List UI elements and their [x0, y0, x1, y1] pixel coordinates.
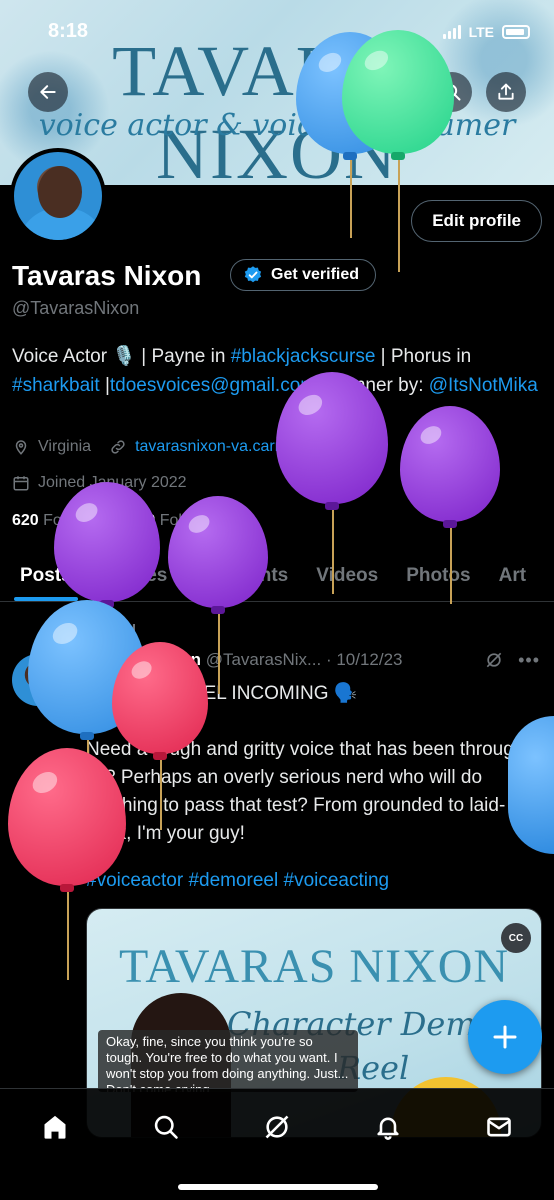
status-bar: 8:18 LTE: [0, 0, 554, 60]
hashtag-link[interactable]: #blackjackscurse: [231, 346, 376, 367]
grok-icon: [265, 1115, 289, 1139]
search-button[interactable]: [432, 72, 472, 112]
search-icon: [154, 1115, 178, 1139]
following-label: Following: [43, 512, 111, 529]
following-link[interactable]: 620 Following: [12, 512, 111, 529]
avatar[interactable]: [10, 148, 106, 244]
battery-icon: [502, 25, 530, 39]
network-label: LTE: [468, 24, 494, 40]
email-link[interactable]: tdoesvoices@gmail.com: [110, 375, 316, 396]
more-options-icon[interactable]: •••: [518, 650, 540, 671]
share-button[interactable]: [486, 72, 526, 112]
website-link[interactable]: tavarasnixon-va.carrd.co/#: [135, 438, 324, 456]
mention-link[interactable]: @ItsNotMika: [429, 375, 538, 396]
bio-text-4: | Banner by:: [316, 375, 429, 396]
mail-icon: [486, 1117, 511, 1137]
video-caption: Okay, fine, since you think you're so to…: [98, 1030, 358, 1092]
profile-meta-row: Virginia tavarasnixon-va.carrd.co/#: [12, 438, 324, 456]
profile-tabs: Posts Replies Highlights Videos Photos A…: [0, 550, 554, 602]
followers-link[interactable]: 509 Followers: [129, 512, 229, 529]
nav-grok[interactable]: [257, 1107, 297, 1147]
compose-button[interactable]: [468, 1000, 542, 1074]
nav-search[interactable]: [146, 1107, 186, 1147]
profile-handle: @TavarasNixon: [12, 298, 140, 318]
joined-row: Joined January 2022: [12, 474, 187, 492]
location-label: Virginia: [38, 438, 92, 455]
location-icon: [15, 440, 27, 455]
pinned-label: Pinned: [86, 622, 137, 639]
balloon-purple: [400, 406, 500, 604]
banner-subtitle: voice actor & voice over gamer: [38, 108, 516, 143]
status-time: 8:18: [48, 20, 89, 42]
home-icon: [44, 1115, 66, 1139]
arrow-left-icon: [40, 85, 56, 99]
nav-notifications[interactable]: [368, 1107, 408, 1147]
verified-badge-icon: [244, 266, 262, 283]
search-icon: [444, 84, 461, 101]
hashtag-link[interactable]: #sharkbait: [12, 375, 100, 396]
profile-bio: Voice Actor 🎙️ | Payne in #blackjackscur…: [12, 342, 544, 400]
tab-videos[interactable]: Videos: [302, 550, 392, 601]
tab-photos[interactable]: Photos: [392, 550, 484, 601]
post-text: 🗣️ DEMO REEL INCOMING 🗣️ Need a rough an…: [86, 683, 540, 844]
bio-text-2: | Phorus in: [375, 346, 472, 367]
followers-label: Followers: [159, 512, 229, 529]
get-verified-button[interactable]: Get verified: [230, 259, 377, 291]
back-button[interactable]: [28, 72, 68, 112]
grok-icon[interactable]: [484, 650, 504, 670]
post-avatar[interactable]: [12, 654, 64, 706]
link-icon: [111, 440, 125, 454]
edit-profile-button[interactable]: Edit profile: [411, 200, 542, 242]
tab-art[interactable]: Art: [485, 550, 540, 601]
bio-text-1: Voice Actor 🎙️ | Payne in: [12, 346, 231, 367]
nav-home[interactable]: [35, 1107, 75, 1147]
follow-counts: 620 Following 509 Followers: [12, 512, 228, 530]
tab-replies[interactable]: Replies: [86, 550, 182, 601]
bell-icon: [377, 1117, 399, 1140]
signal-icon: [442, 25, 461, 39]
share-icon: [498, 83, 514, 100]
plus-icon: [493, 1025, 517, 1049]
nav-messages[interactable]: [479, 1107, 519, 1147]
post-author[interactable]: Tavaras Nixon: [86, 650, 201, 669]
followers-count: 509: [128, 512, 156, 529]
following-count: 620: [12, 512, 39, 529]
post-date: · 10/12/23: [325, 650, 403, 669]
cc-button[interactable]: CC: [501, 923, 531, 953]
get-verified-label: Get verified: [271, 266, 360, 283]
tab-highlights[interactable]: Highlights: [181, 550, 302, 601]
post-handle[interactable]: @TavarasNix...: [206, 650, 322, 669]
profile-name: Tavaras Nixon: [12, 260, 202, 291]
media-title: TAVARAS NIXON: [118, 940, 510, 993]
calendar-icon: [13, 476, 29, 491]
bio-text-3: |: [99, 375, 110, 396]
home-indicator: [178, 1184, 378, 1190]
post-header: Tavaras Nixon @TavarasNix... · 10/12/23: [86, 650, 403, 670]
joined-label: Joined January 2022: [38, 474, 187, 491]
post-hashtags[interactable]: #voiceactor #demoreel #voiceacting: [86, 870, 389, 892]
tab-posts[interactable]: Posts: [0, 550, 86, 601]
